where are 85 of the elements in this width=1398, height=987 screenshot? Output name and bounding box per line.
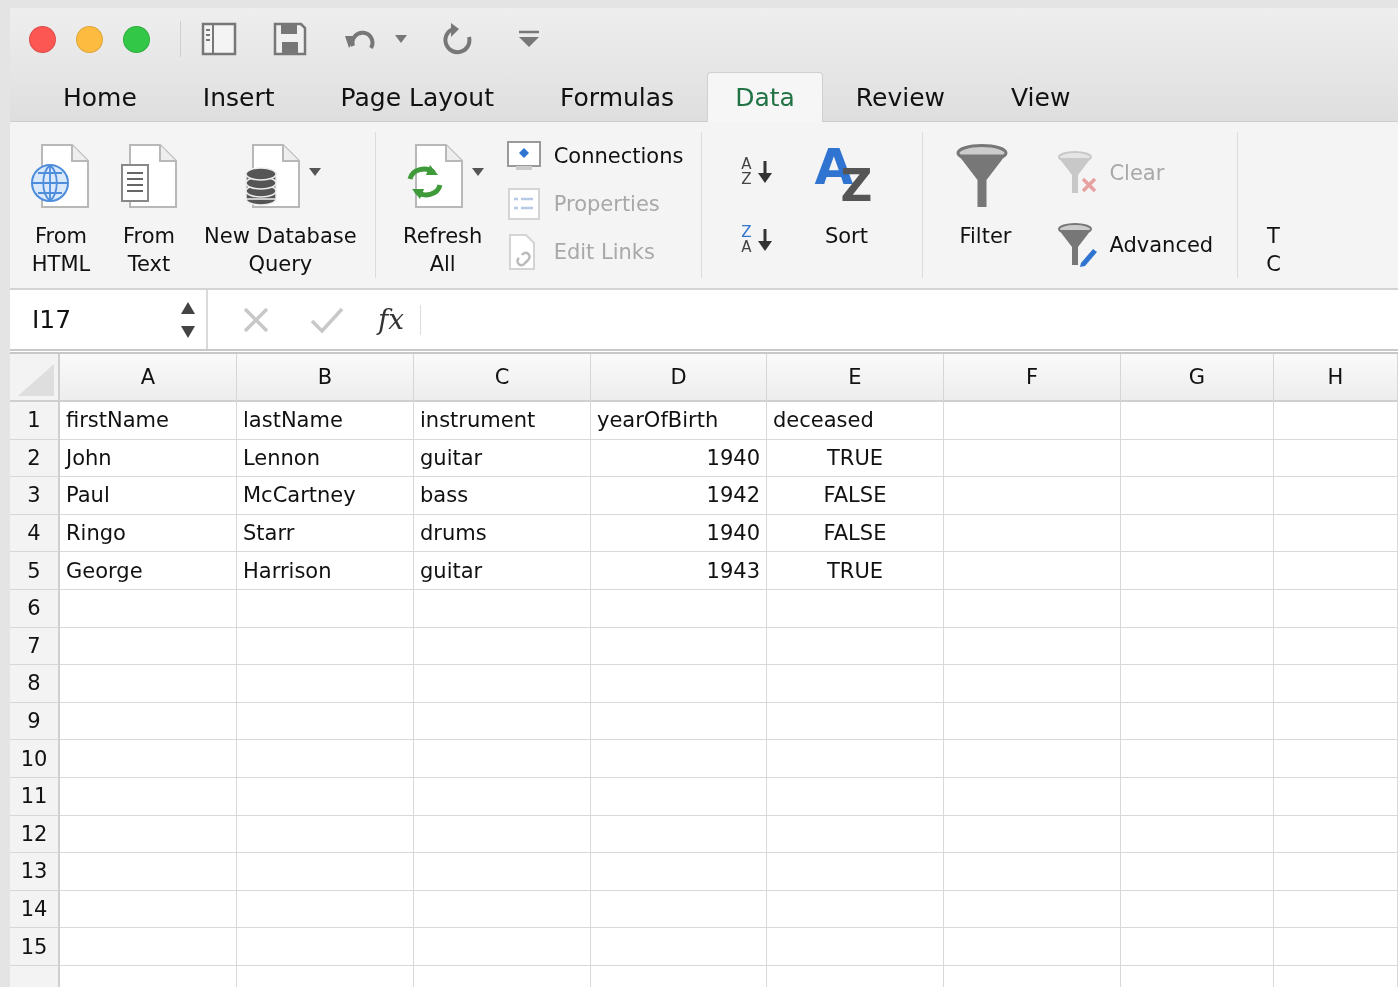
down-arrow-icon — [758, 229, 773, 251]
save-icon[interactable] — [273, 22, 307, 56]
down-arrow-icon — [758, 161, 773, 183]
ribbon-button[interactable]: Connections — [505, 132, 684, 180]
properties-icon — [505, 187, 542, 221]
table-cell: TRUE — [767, 552, 944, 590]
ribbon-tab[interactable]: Insert — [169, 72, 308, 122]
table-cell: drums — [414, 514, 591, 553]
ribbon-tab[interactable]: Review — [822, 72, 979, 122]
ribbon-button[interactable]: T C — [1258, 132, 1289, 278]
table-cell: George — [60, 552, 237, 590]
sort-order-button[interactable]: Z A — [738, 206, 773, 274]
row-header[interactable]: 8 — [10, 665, 60, 703]
column-header[interactable]: E — [767, 354, 944, 402]
table-cell: Harrison — [237, 552, 414, 590]
ribbon-button[interactable]: From HTML — [20, 132, 102, 278]
table-cell: McCartney — [237, 477, 414, 515]
column-header[interactable]: B — [237, 354, 414, 402]
filter-button[interactable]: Filter — [947, 132, 1024, 250]
table-cell: Lennon — [237, 439, 414, 478]
table-cell: bass — [414, 477, 591, 515]
ribbon-button[interactable]: From Text — [108, 132, 190, 278]
table-cell: guitar — [414, 552, 591, 590]
row-header[interactable]: 9 — [10, 702, 60, 741]
funnel-pencil-icon — [1057, 223, 1098, 267]
row-header[interactable]: 4 — [10, 514, 60, 553]
row-header[interactable]: 5 — [10, 552, 60, 590]
table-cell: Ringo — [60, 514, 237, 553]
dropdown-caret-icon[interactable] — [309, 168, 322, 176]
ribbon-tab[interactable]: Data — [707, 72, 823, 122]
connections-icon — [505, 140, 542, 172]
table-cell: guitar — [414, 439, 591, 478]
table-cell: Paul — [60, 477, 237, 515]
row-header[interactable]: 11 — [10, 777, 60, 816]
table-cell: FALSE — [767, 477, 944, 515]
ribbon-tab[interactable]: Home — [30, 72, 170, 122]
dropdown-caret-icon[interactable] — [471, 168, 484, 176]
column-header[interactable]: D — [591, 354, 767, 402]
dropdown-caret-icon[interactable] — [395, 35, 407, 43]
sort-order-button[interactable]: A Z — [738, 138, 773, 206]
row-header[interactable]: 6 — [10, 589, 60, 628]
ribbon-button[interactable]: Advanced — [1057, 210, 1214, 280]
customize-toolbar-icon[interactable] — [519, 30, 539, 48]
column-header[interactable]: C — [414, 354, 591, 402]
table-cell: yearOfBirth — [591, 402, 767, 440]
column-header[interactable]: G — [1121, 354, 1274, 402]
table-cell: John — [60, 439, 237, 478]
row-header[interactable]: 3 — [10, 477, 60, 515]
row-header[interactable]: 14 — [10, 890, 60, 929]
table-cell: 1943 — [591, 552, 767, 590]
column-header[interactable]: A — [60, 354, 237, 402]
table-cell: FALSE — [767, 514, 944, 553]
sort-letters-icon: A Z — [738, 157, 755, 187]
table-cell: firstName — [60, 402, 237, 440]
table-cell: deceased — [767, 402, 944, 440]
table-cell: instrument — [414, 402, 591, 440]
row-header[interactable]: 1 — [10, 402, 60, 440]
sort-letters-icon: Z A — [738, 225, 755, 255]
table-cell: TRUE — [767, 439, 944, 478]
row-header[interactable]: 13 — [10, 853, 60, 891]
sidebar-toggle-icon[interactable] — [201, 22, 237, 56]
row-header[interactable]: 2 — [10, 439, 60, 478]
row-header[interactable]: 12 — [10, 815, 60, 854]
row-header[interactable]: 10 — [10, 740, 60, 778]
clear-filter-icon — [1057, 151, 1098, 195]
column-header[interactable]: H — [1274, 354, 1398, 402]
table-cell: Starr — [237, 514, 414, 553]
checkmark-icon[interactable] — [310, 305, 344, 334]
row-header[interactable]: 15 — [10, 928, 60, 966]
redo-icon[interactable] — [441, 23, 473, 55]
table-cell: 1942 — [591, 477, 767, 515]
ribbon-button[interactable]: New Database Query — [196, 132, 365, 278]
table-cell: lastName — [237, 402, 414, 440]
row-header[interactable]: 7 — [10, 627, 60, 666]
insert-function-button[interactable]: fx — [378, 303, 405, 336]
refresh-all-button[interactable]: Refresh All — [393, 132, 492, 278]
ribbon-tab[interactable]: Page Layout — [307, 72, 527, 122]
close-button[interactable] — [29, 25, 56, 53]
zoom-button[interactable] — [123, 25, 150, 53]
ribbon-tab[interactable]: View — [978, 72, 1104, 122]
ribbon-tab[interactable]: Formulas — [527, 72, 708, 122]
table-cell: 1940 — [591, 439, 767, 478]
table-cell: 1940 — [591, 514, 767, 553]
column-header[interactable]: F — [944, 354, 1121, 402]
name-box[interactable]: I17 — [10, 290, 208, 349]
